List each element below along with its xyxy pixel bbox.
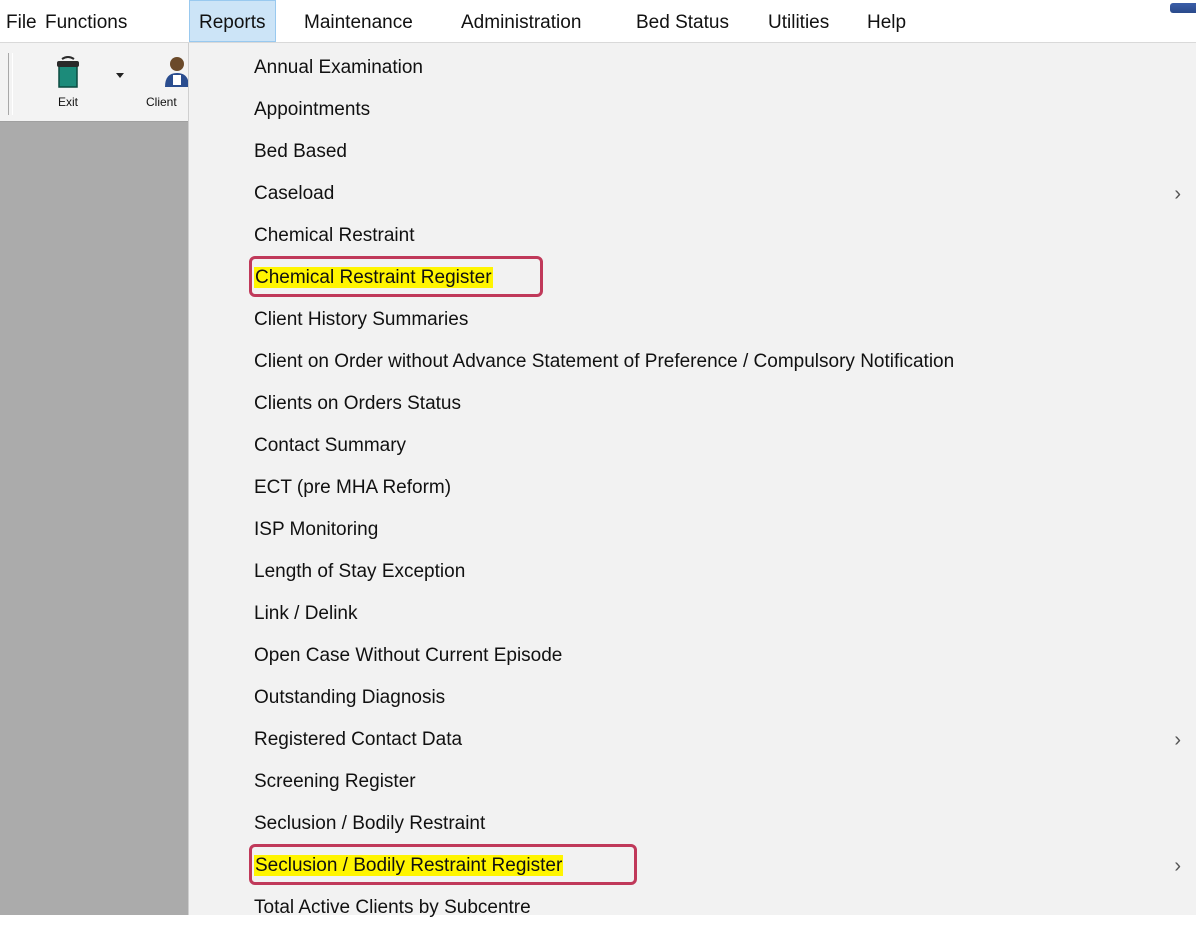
menu-item-chemical-restraint[interactable]: Chemical Restraint xyxy=(254,215,415,257)
menu-reports[interactable]: Reports xyxy=(189,0,276,42)
menu-item-bed-based[interactable]: Bed Based xyxy=(254,131,347,173)
reports-dropdown-menu: Annual Examination Appointments Bed Base… xyxy=(188,43,1196,918)
menu-utilities[interactable]: Utilities xyxy=(768,0,829,42)
menu-item-outstanding-diagnosis[interactable]: Outstanding Diagnosis xyxy=(254,677,445,719)
menu-administration[interactable]: Administration xyxy=(461,0,581,42)
annotation-ring xyxy=(249,844,637,885)
workspace-background xyxy=(0,122,188,915)
exit-button[interactable]: Exit xyxy=(38,55,98,111)
menu-item-annual-examination[interactable]: Annual Examination xyxy=(254,47,423,89)
menu-item-ect[interactable]: ECT (pre MHA Reform) xyxy=(254,467,451,509)
toolbar: Exit Client xyxy=(0,43,188,122)
chevron-down-icon[interactable] xyxy=(116,73,124,78)
submenu-arrow-icon: › xyxy=(1174,855,1181,877)
annotation-ring xyxy=(249,256,543,297)
menu-item-client-history-summaries[interactable]: Client History Summaries xyxy=(254,299,468,341)
menu-item-seclusion-bodily-restraint[interactable]: Seclusion / Bodily Restraint xyxy=(254,803,485,845)
exit-label: Exit xyxy=(57,95,78,109)
menu-item-registered-contact-data[interactable]: Registered Contact Data xyxy=(254,719,462,761)
menu-item-clients-on-orders-status[interactable]: Clients on Orders Status xyxy=(254,383,461,425)
menu-item-link-delink[interactable]: Link / Delink xyxy=(254,593,358,635)
menu-item-isp-monitoring[interactable]: ISP Monitoring xyxy=(254,509,378,551)
window-corner-widget xyxy=(1170,3,1196,13)
menu-functions[interactable]: Functions xyxy=(45,0,127,42)
exit-door-icon xyxy=(57,56,79,88)
menu-bed-status[interactable]: Bed Status xyxy=(636,0,729,42)
menu-item-caseload[interactable]: Caseload xyxy=(254,173,334,215)
menu-item-screening-register[interactable]: Screening Register xyxy=(254,761,416,803)
menu-file[interactable]: File xyxy=(6,0,37,42)
menu-item-client-on-order[interactable]: Client on Order without Advance Statemen… xyxy=(254,341,954,383)
menu-item-appointments[interactable]: Appointments xyxy=(254,89,370,131)
submenu-arrow-icon: › xyxy=(1174,183,1181,205)
menu-item-open-case-without-current-episode[interactable]: Open Case Without Current Episode xyxy=(254,635,562,677)
menu-help[interactable]: Help xyxy=(867,0,906,42)
client-person-icon xyxy=(165,57,188,87)
menu-item-length-of-stay-exception[interactable]: Length of Stay Exception xyxy=(254,551,465,593)
toolbar-grip[interactable] xyxy=(8,53,13,115)
menu-item-total-active-clients-by-subcentre[interactable]: Total Active Clients by Subcentre xyxy=(254,887,531,929)
menu-bar: File Functions Reports Maintenance Admin… xyxy=(0,0,1196,43)
menu-item-contact-summary[interactable]: Contact Summary xyxy=(254,425,406,467)
client-label: Client xyxy=(146,95,177,109)
menu-maintenance[interactable]: Maintenance xyxy=(304,0,413,42)
submenu-arrow-icon: › xyxy=(1174,729,1181,751)
client-button[interactable]: Client xyxy=(140,55,188,111)
